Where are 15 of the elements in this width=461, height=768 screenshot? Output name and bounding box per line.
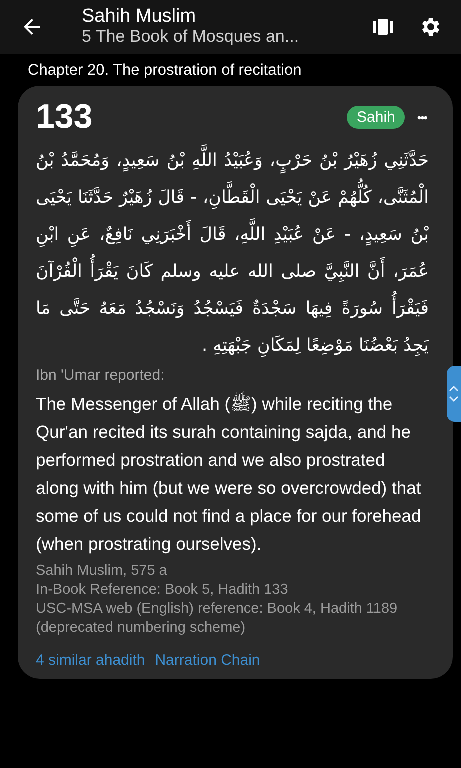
reference-text: USC-MSA web (English) reference: Book 4, Hadith 1189 (deprecated numbering scheme) [36, 600, 399, 638]
arabic-text: حَدَّثَنِي زُهَيْرُ بْنُ حَرْبٍ، وَعُبَيْدُ اللَّهِ بْنُ سَعِيدٍ، وَمُحَمَّدُ بْنُ الْمُثَنَّى، كُلُّهُمْ عَنْ يَحْيَى الْقَطَّانِ، - قَالَ زُهَيْرٌ حَدَّثَنَا يَحْيَى بْنُ سَعِيدٍ، - عَنْ عُبَيْدِ اللَّهِ، قَالَ أَخْبَرَنِي نَافِعٌ، عَنِ ابْنِ عُمَرَ، أَنَّ النَّبِيَّ صلى الله عليه وسلم كَانَ يَقْرَأُ الْقُرْآنَ فَيَقْرَأُ سُورَةً فِيهَا سَجْدَةٌ فَيَسْجُدُ وَنَسْجُدُ مَعَهُ حَتَّى مَا يَجِدُ بَعْضُنَا مَوْضِعًا لِمَكَانِ جَبْهَتِهِ . [36, 143, 429, 365]
narrator-text: Ibn 'Umar reported: [36, 367, 166, 384]
english-text: The Messenger of Allah (ﷺ) while reciting the Qur'an recited its surah containing sajda, and he performed prostration and we also prostrated along with him (but we were so overcrowded) that some of us could not find a place for our forehead (when prostrating ourselves). [36, 390, 429, 558]
book-title: 5 The Book of Mosques an... [82, 28, 300, 47]
narration-chain-link[interactable]: Narration Chain [155, 652, 260, 669]
similar-hadith-link[interactable]: 4 similar ahadith [36, 652, 146, 669]
more-button[interactable]: ••• [415, 110, 429, 124]
reference-text: In-Book Reference: Book 5, Hadith 133 [36, 581, 290, 600]
reference-text: Sahih Muslim, 575 a [36, 562, 168, 581]
grade-badge: Sahih [347, 106, 406, 129]
hadith-number: 133 [36, 98, 94, 137]
scroll-handle[interactable] [447, 366, 461, 422]
app-title: Sahih Muslim [82, 7, 198, 28]
chapter-title: Chapter 20. The prostration of recitation [27, 61, 303, 81]
